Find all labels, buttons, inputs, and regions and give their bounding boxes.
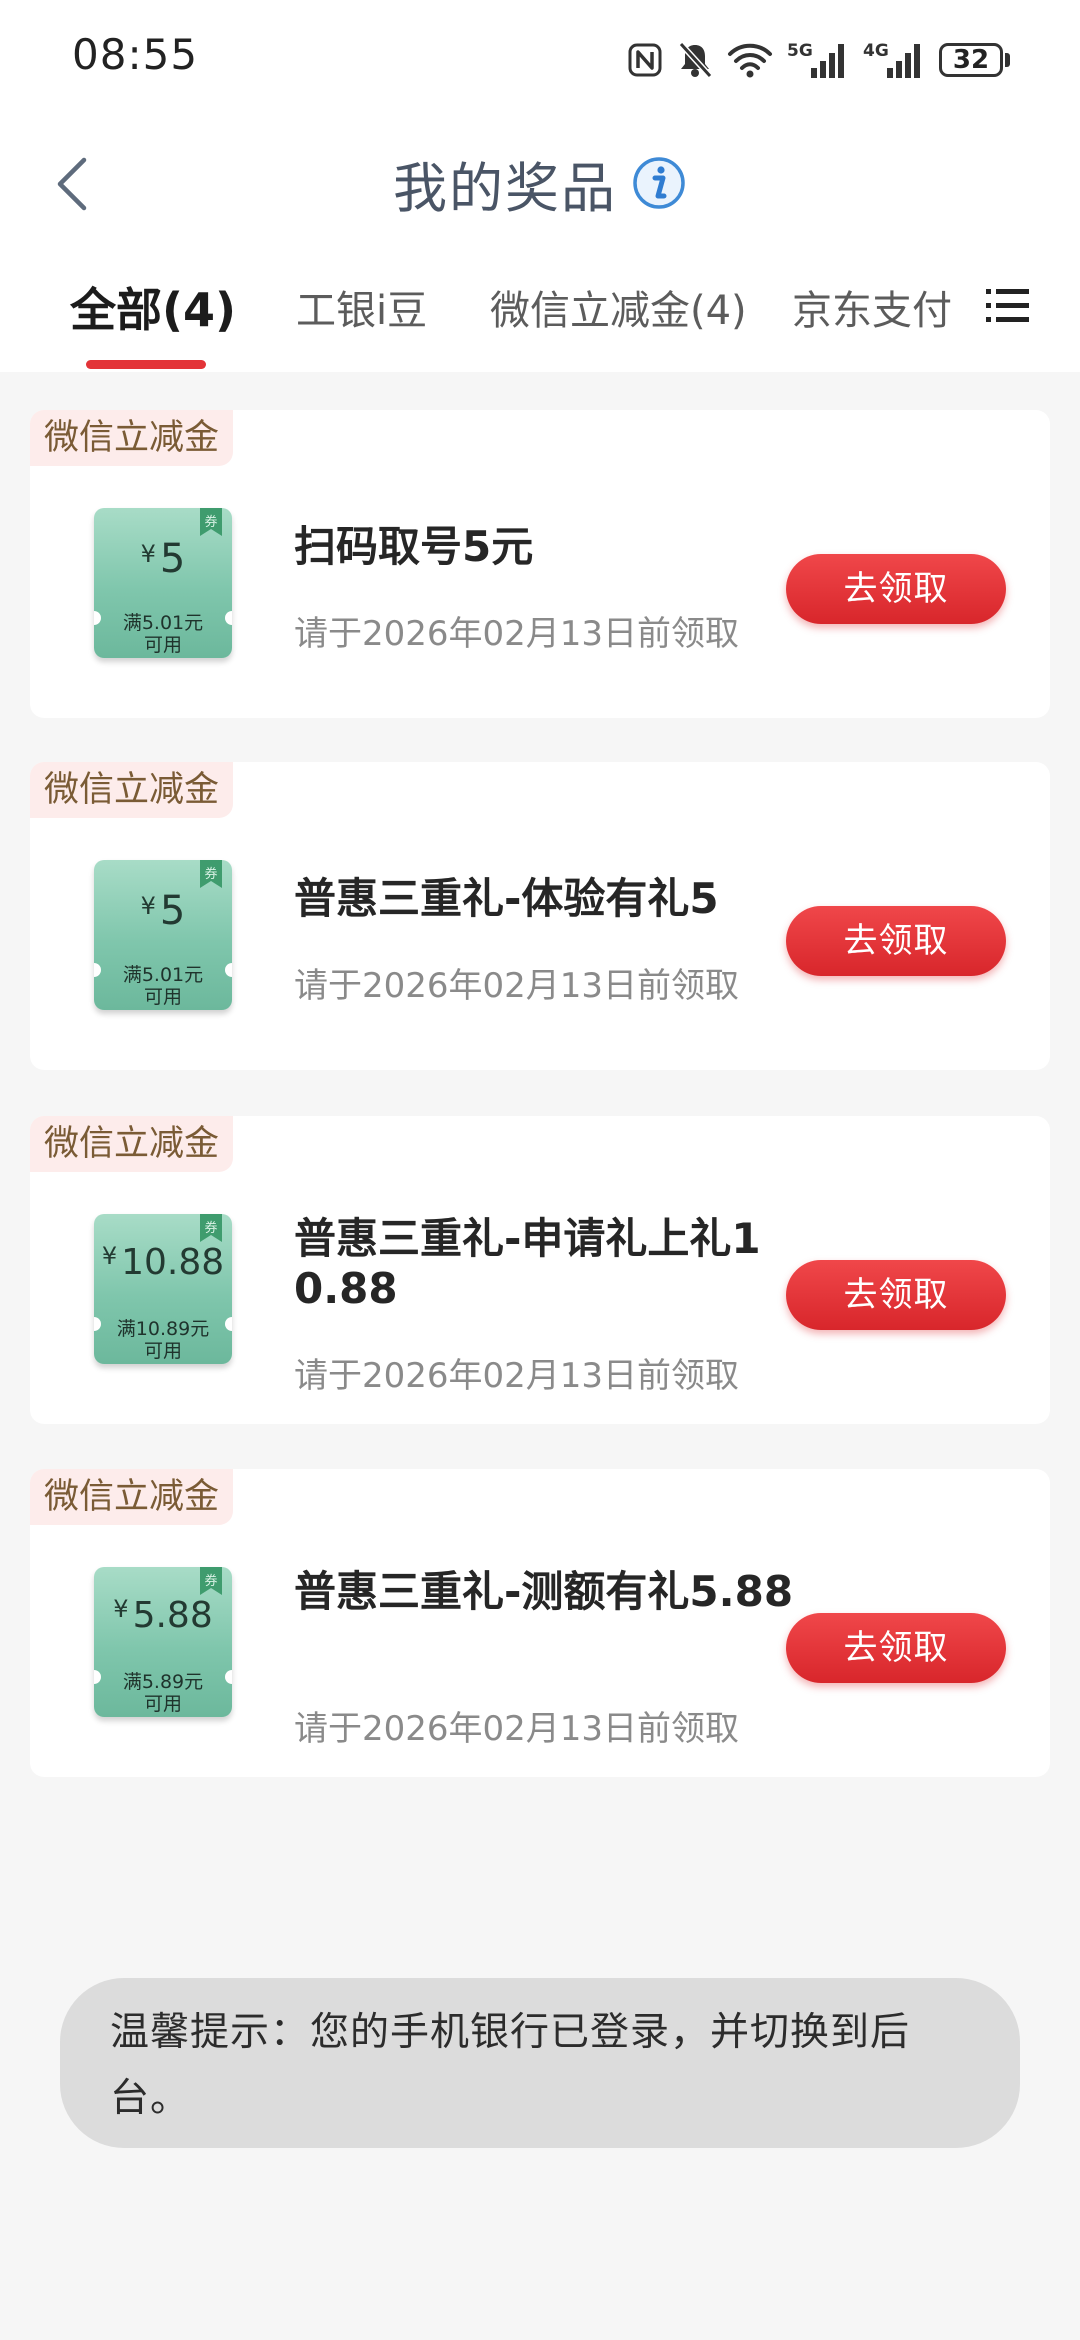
coupon-amount: ¥5: [94, 536, 232, 582]
coupon-currency: ¥: [101, 1242, 118, 1270]
prize-card: 微信立减金 券 ¥5.88 满5.89元 可用 普惠三重礼-测额有礼5.88 请…: [30, 1469, 1050, 1777]
claim-button[interactable]: 去领取: [786, 1260, 1006, 1330]
coupon-value: 5: [159, 536, 186, 582]
prize-title: 普惠三重礼-测额有礼5.88: [294, 1567, 794, 1616]
coupon-ribbon: 券: [200, 860, 222, 888]
tab-jd-pay[interactable]: 京东支付: [792, 278, 952, 336]
coupon-amount: ¥10.88: [94, 1242, 232, 1283]
coupon-amount: ¥5: [94, 888, 232, 934]
prize-tag: 微信立减金: [30, 1469, 234, 1525]
battery-icon: 32: [939, 43, 1010, 77]
prize-tag: 微信立减金: [30, 1116, 234, 1172]
claim-button[interactable]: 去领取: [786, 906, 1006, 976]
prize-card: 微信立减金 券 ¥5 满5.01元 可用 扫码取号5元 请于2026年02月13…: [30, 410, 1050, 718]
coupon-condition-line2: 可用: [143, 634, 182, 656]
coupon-ribbon-label: 券: [204, 867, 218, 882]
tab-icbc-beans[interactable]: 工银i豆: [296, 278, 427, 336]
status-time: 08:55: [72, 30, 199, 79]
tab-bar: 全部(4) 工银i豆 微信立减金(4) 京东支付: [0, 250, 1080, 372]
coupon-condition: 满5.89元 可用: [94, 1671, 232, 1715]
tab-all[interactable]: 全部(4): [70, 274, 236, 340]
coupon-condition-line1: 满5.01元: [122, 612, 204, 634]
signal-4g-icon: 4G: [863, 40, 925, 80]
prize-deadline: 请于2026年02月13日前领取: [294, 966, 740, 1006]
coupon-condition: 满5.01元 可用: [94, 612, 232, 656]
status-bar: 08:55 5G 4G 32: [0, 0, 1080, 120]
page-header: 我的奖品: [0, 120, 1080, 250]
coupon-amount: ¥5.88: [94, 1595, 232, 1636]
battery-level: 32: [939, 43, 1003, 77]
prize-tag: 微信立减金: [30, 762, 234, 818]
toast-message: 温馨提示：您的手机银行已登录，并切换到后台。: [60, 1978, 1020, 2148]
coupon-ribbon: 券: [200, 1567, 222, 1595]
coupon-condition-line1: 满5.89元: [122, 1671, 204, 1693]
coupon-icon: 券 ¥5 满5.01元 可用: [94, 860, 232, 1010]
page-title-wrap: 我的奖品: [0, 138, 1080, 228]
nfc-icon: [627, 40, 663, 80]
prize-title: 普惠三重礼-体验有礼5: [294, 874, 719, 923]
prize-title: 扫码取号5元: [294, 522, 534, 571]
coupon-currency: ¥: [140, 540, 156, 568]
prize-deadline: 请于2026年02月13日前领取: [294, 1356, 740, 1396]
coupon-value: 5: [159, 888, 186, 934]
coupon-condition-line1: 满10.89元: [116, 1318, 210, 1340]
coupon-condition: 满10.89元 可用: [94, 1318, 232, 1362]
coupon-ribbon: 券: [200, 1214, 222, 1242]
active-tab-indicator: [86, 360, 206, 369]
coupon-condition-line1: 满5.01元: [122, 964, 204, 986]
prize-deadline: 请于2026年02月13日前领取: [294, 1709, 740, 1749]
coupon-value: 5.88: [132, 1595, 213, 1636]
coupon-condition-line2: 可用: [143, 1693, 182, 1715]
wifi-icon: [727, 40, 773, 80]
status-icons: 5G 4G 32: [627, 36, 1010, 84]
coupon-value: 10.88: [121, 1242, 225, 1283]
info-button[interactable]: [631, 155, 687, 211]
coupon-icon: 券 ¥5 满5.01元 可用: [94, 508, 232, 658]
claim-button[interactable]: 去领取: [786, 1613, 1006, 1683]
page-title: 我的奖品: [393, 156, 617, 220]
mute-bell-icon: [677, 40, 713, 80]
prize-tag: 微信立减金: [30, 410, 234, 466]
tab-menu-button[interactable]: [978, 276, 1038, 336]
tab-wechat-discount[interactable]: 微信立减金(4): [490, 278, 747, 336]
coupon-currency: ¥: [140, 892, 156, 920]
prize-card: 微信立减金 券 ¥5 满5.01元 可用 普惠三重礼-体验有礼5 请于2026年…: [30, 762, 1050, 1070]
info-icon: [633, 157, 685, 209]
prize-deadline: 请于2026年02月13日前领取: [294, 614, 740, 654]
coupon-ribbon-label: 券: [204, 1574, 218, 1589]
prize-card: 微信立减金 券 ¥10.88 满10.89元 可用 普惠三重礼-申请礼上礼10.…: [30, 1116, 1050, 1424]
coupon-condition-line2: 可用: [143, 986, 182, 1008]
coupon-ribbon: 券: [200, 508, 222, 536]
coupon-ribbon-label: 券: [204, 515, 218, 530]
coupon-icon: 券 ¥5.88 满5.89元 可用: [94, 1567, 232, 1717]
prize-title: 普惠三重礼-申请礼上礼10.88: [294, 1214, 761, 1313]
coupon-condition-line2: 可用: [143, 1340, 182, 1362]
claim-button[interactable]: 去领取: [786, 554, 1006, 624]
list-menu-icon: [986, 289, 1029, 322]
coupon-icon: 券 ¥10.88 满10.89元 可用: [94, 1214, 232, 1364]
signal-4g-label: 4G: [863, 41, 889, 61]
coupon-currency: ¥: [113, 1595, 129, 1623]
signal-5g-icon: 5G: [787, 40, 849, 80]
coupon-condition: 满5.01元 可用: [94, 964, 232, 1008]
coupon-ribbon-label: 券: [204, 1221, 218, 1236]
signal-5g-label: 5G: [787, 41, 813, 61]
